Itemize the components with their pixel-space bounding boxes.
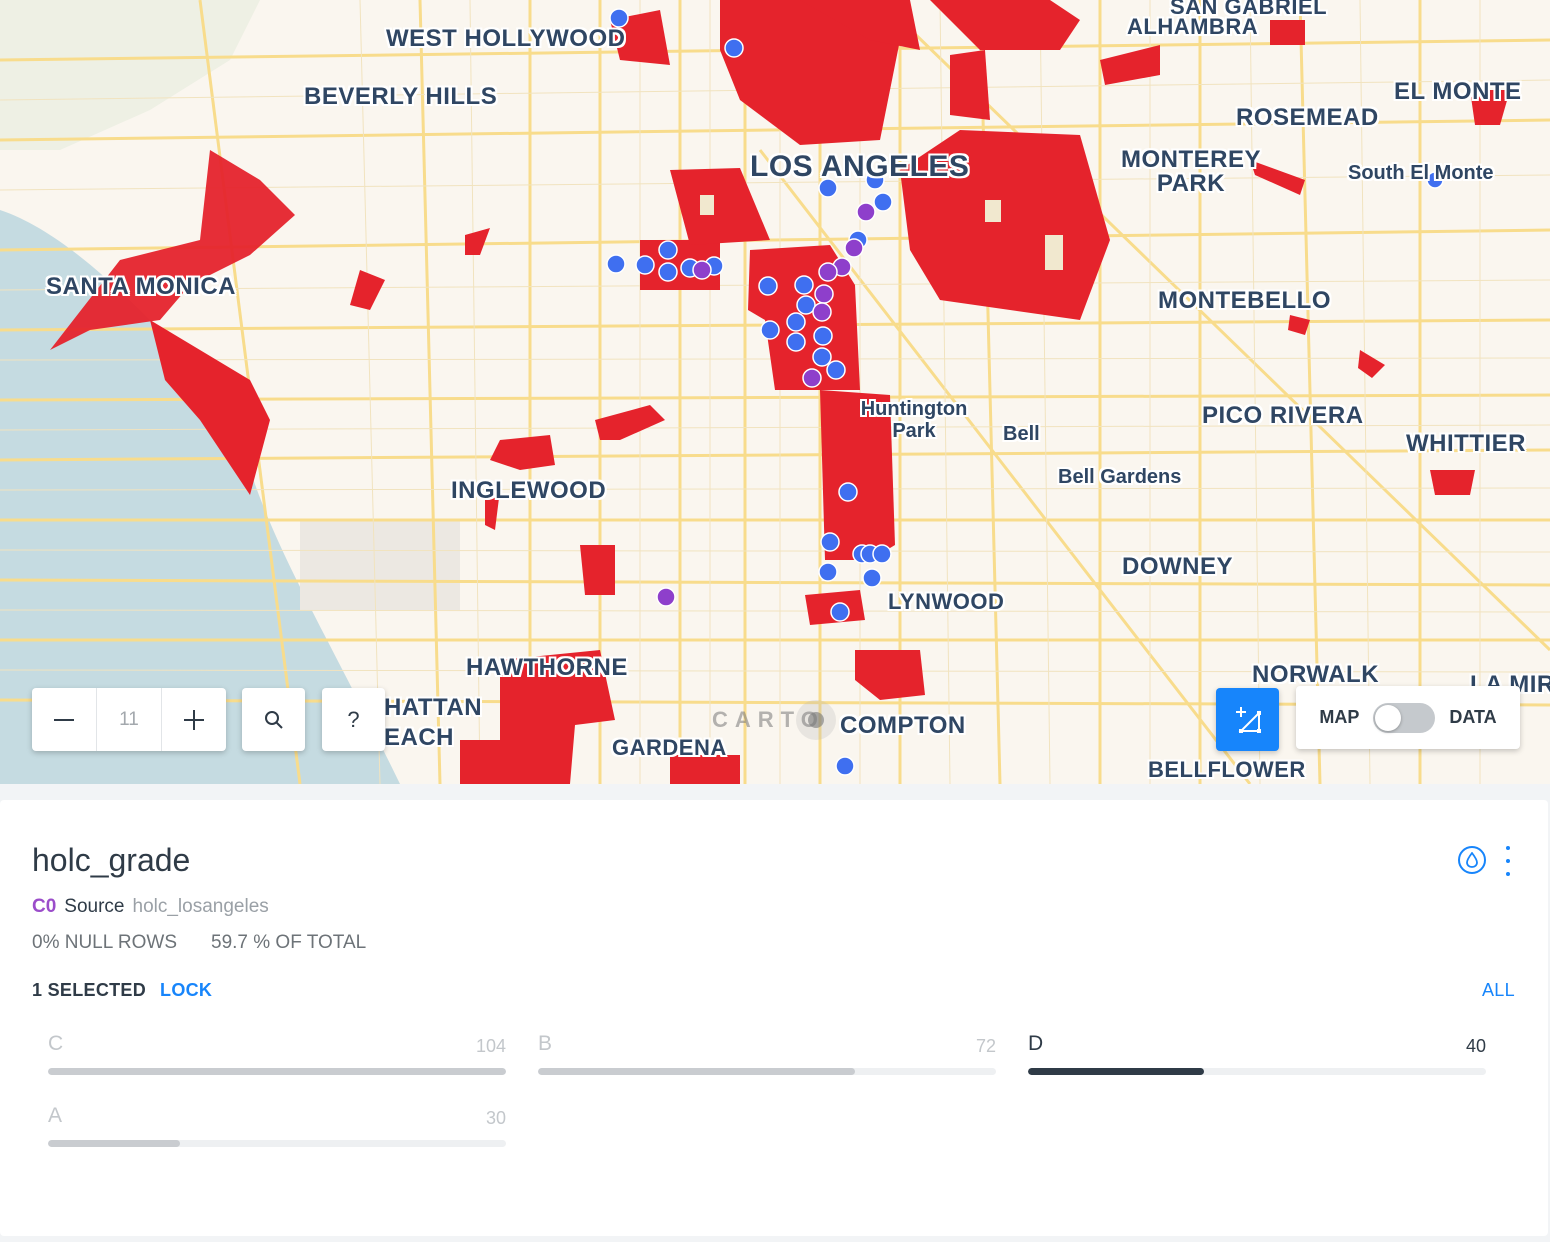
zoom-control: 11 [32, 688, 226, 751]
source-row: C0 Source holc_losangeles [32, 896, 269, 918]
category-bar-fill [1028, 1068, 1205, 1075]
toggle-label-map[interactable]: MAP [1319, 707, 1359, 728]
source-id: C0 [32, 896, 57, 917]
carto-attribution: CARTO [712, 707, 825, 732]
city-label-whittier: WHITTIER [1406, 430, 1526, 457]
minus-icon [54, 718, 74, 721]
city-label-el-monte: EL MONTE [1394, 78, 1522, 105]
category-item[interactable]: C 104 [48, 1032, 506, 1092]
search-button[interactable] [242, 688, 305, 751]
category-label: D [1028, 1032, 1044, 1055]
toggle-knob [1375, 704, 1402, 731]
category-count: 30 [485, 1108, 506, 1128]
city-label-bellflower: BELLFLOWER [1148, 757, 1306, 782]
city-label-compton: COMPTON [840, 712, 966, 739]
category-label: B [538, 1032, 553, 1055]
color-button[interactable] [1458, 846, 1486, 874]
city-label-los-angeles: LOS ANGELES [750, 150, 970, 183]
drop-icon [1466, 852, 1478, 868]
category-label: C [48, 1032, 64, 1055]
category-bar-fill [538, 1068, 855, 1075]
city-label-west-hollywood: WEST HOLLYWOOD [386, 25, 626, 52]
category-item[interactable]: B 72 [538, 1032, 996, 1092]
map-view[interactable]: WEST HOLLYWOOD BEVERLY HILLS SAN GABRIEL… [0, 0, 1550, 784]
map-data-toggle: MAP DATA [1296, 686, 1520, 749]
city-label-norwalk: NORWALK [1252, 661, 1380, 688]
draw-polygon-button[interactable] [1216, 688, 1279, 751]
source-label: Source [64, 896, 125, 917]
select-all-link[interactable]: ALL [1482, 980, 1515, 1001]
city-label-montebello: MONTEBELLO [1158, 287, 1331, 314]
lock-link[interactable]: LOCK [160, 980, 212, 1001]
city-label-inglewood: INGLEWOOD [451, 477, 607, 504]
category-item[interactable]: A 30 [48, 1104, 506, 1164]
category-count: 72 [975, 1036, 996, 1056]
help-button[interactable]: ? [322, 688, 385, 751]
category-bar-track [48, 1140, 506, 1147]
city-label-pico-rivera: PICO RIVERA [1202, 402, 1364, 429]
zoom-out-button[interactable] [32, 688, 96, 751]
category-bar-fill [48, 1140, 180, 1147]
category-count: 40 [1465, 1036, 1486, 1056]
source-name: holc_losangeles [132, 896, 269, 917]
selection-row: 1 SELECTED LOCK [32, 980, 212, 1001]
city-label-hawthorne: HAWTHORNE [466, 654, 628, 681]
city-label-bell: Bell [1003, 423, 1040, 445]
city-label-lynwood: LYNWOOD [888, 589, 1005, 614]
more-vertical-icon[interactable] [1500, 846, 1516, 876]
selected-count: 1 SELECTED [32, 980, 147, 1000]
city-label-south-el-monte: South El Monte [1348, 162, 1494, 184]
city-label-alhambra: ALHAMBRA [1127, 14, 1259, 39]
city-label-rosemead: ROSEMEAD [1236, 104, 1379, 131]
city-label-beverly-hills: BEVERLY HILLS [304, 83, 498, 110]
draw-polygon-icon [1235, 706, 1261, 733]
city-label-santa-monica: SANTA MONICA [46, 273, 236, 300]
city-label-gardena: GARDENA [612, 735, 727, 760]
zoom-in-button[interactable] [162, 688, 226, 751]
of-total-stat: 59.7 % OF TOTAL [211, 932, 367, 953]
category-label: A [48, 1104, 63, 1127]
city-label-huntington-park: Huntington Park [860, 398, 968, 442]
category-count: 104 [475, 1036, 506, 1056]
search-icon [264, 710, 283, 729]
city-label-downey: DOWNEY [1122, 553, 1233, 580]
category-bar-track [1028, 1068, 1486, 1075]
null-rows-stat: 0% NULL ROWS [32, 932, 177, 953]
category-bar-track [48, 1068, 506, 1075]
city-label-monterey-park: MONTEREY PARK [1120, 146, 1261, 197]
city-label-bell-gardens: Bell Gardens [1058, 466, 1182, 488]
toggle-label-data[interactable]: DATA [1449, 707, 1496, 728]
toggle-switch[interactable] [1373, 702, 1436, 733]
category-item[interactable]: D 40 [1028, 1032, 1486, 1092]
widget-title: holc_grade [32, 842, 191, 878]
category-widget: holc_grade C0 Source holc_losangeles 0% … [0, 800, 1548, 1236]
category-bar-fill [48, 1068, 506, 1075]
stats-row: 0% NULL ROWS 59.7 % OF TOTAL [32, 932, 366, 954]
plus-icon [184, 709, 204, 730]
category-bar-track [538, 1068, 996, 1075]
city-label-manhattan-beach: HATTAN EACH [384, 694, 483, 751]
zoom-level: 11 [96, 688, 162, 751]
